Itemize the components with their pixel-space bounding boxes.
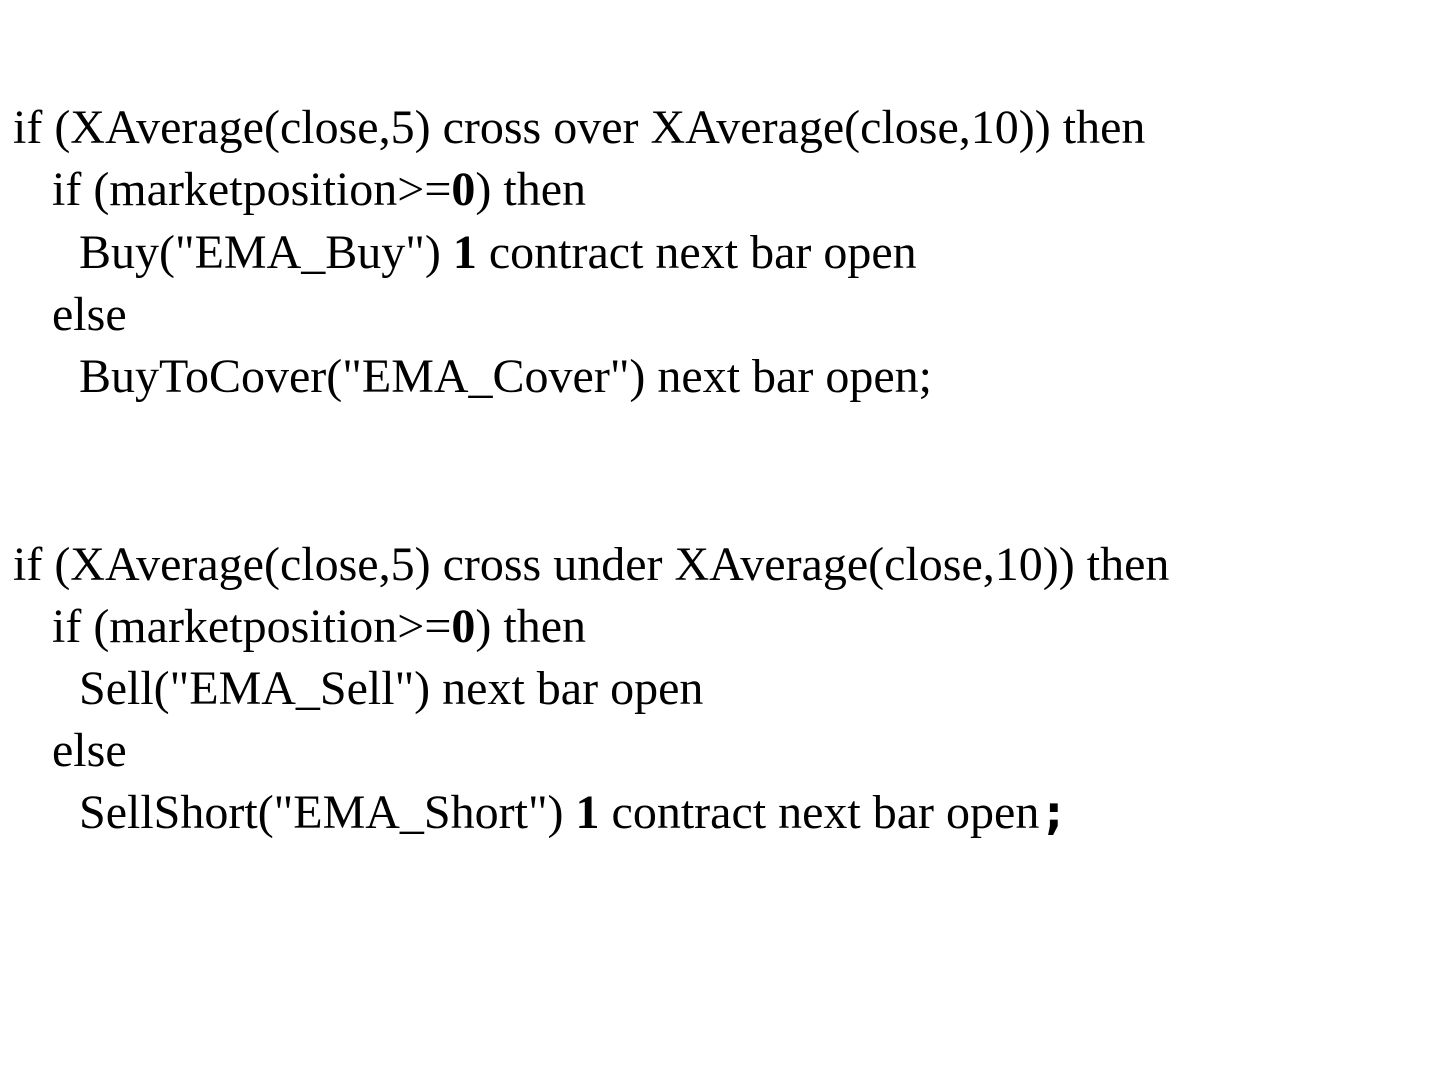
code-line: else — [52, 287, 127, 343]
code-number: 0 — [451, 163, 476, 216]
code-number: 1 — [575, 786, 600, 839]
code-text: ) then — [475, 163, 587, 216]
code-text: else — [52, 288, 127, 341]
code-text: BuyToCover("EMA_Cover") next bar open; — [79, 350, 932, 403]
code-text: if (XAverage(close,5) cross over XAverag… — [13, 101, 1146, 154]
code-semicolon: ; — [1039, 784, 1069, 840]
code-line: Buy("EMA_Buy") 1 contract next bar open — [79, 225, 917, 281]
code-text: Sell("EMA_Sell") next bar open — [79, 662, 704, 715]
code-text: SellShort("EMA_Short") — [79, 786, 576, 839]
code-number: 0 — [451, 600, 476, 653]
code-text: if (XAverage(close,5) cross under XAvera… — [13, 538, 1170, 591]
code-line: if (XAverage(close,5) cross over XAverag… — [13, 100, 1145, 156]
code-text: contract next bar open — [599, 786, 1040, 839]
code-text: if (marketposition>= — [52, 163, 452, 216]
code-text: ) then — [475, 600, 587, 653]
code-text: if (marketposition>= — [52, 600, 452, 653]
code-page: if (XAverage(close,5) cross over XAverag… — [0, 0, 1440, 1080]
code-line: if (XAverage(close,5) cross under XAvera… — [13, 537, 1169, 593]
code-line: else — [52, 723, 127, 779]
code-text: Buy("EMA_Buy") — [79, 226, 453, 279]
code-line: Sell("EMA_Sell") next bar open — [79, 661, 703, 717]
code-line: if (marketposition>=0) then — [52, 162, 586, 218]
code-line: if (marketposition>=0) then — [52, 599, 586, 655]
code-line: BuyToCover("EMA_Cover") next bar open; — [79, 349, 932, 405]
code-text: contract next bar open — [476, 226, 917, 279]
code-text: else — [52, 724, 127, 777]
code-line: SellShort("EMA_Short") 1 contract next b… — [79, 784, 1068, 841]
code-number: 1 — [452, 226, 477, 279]
